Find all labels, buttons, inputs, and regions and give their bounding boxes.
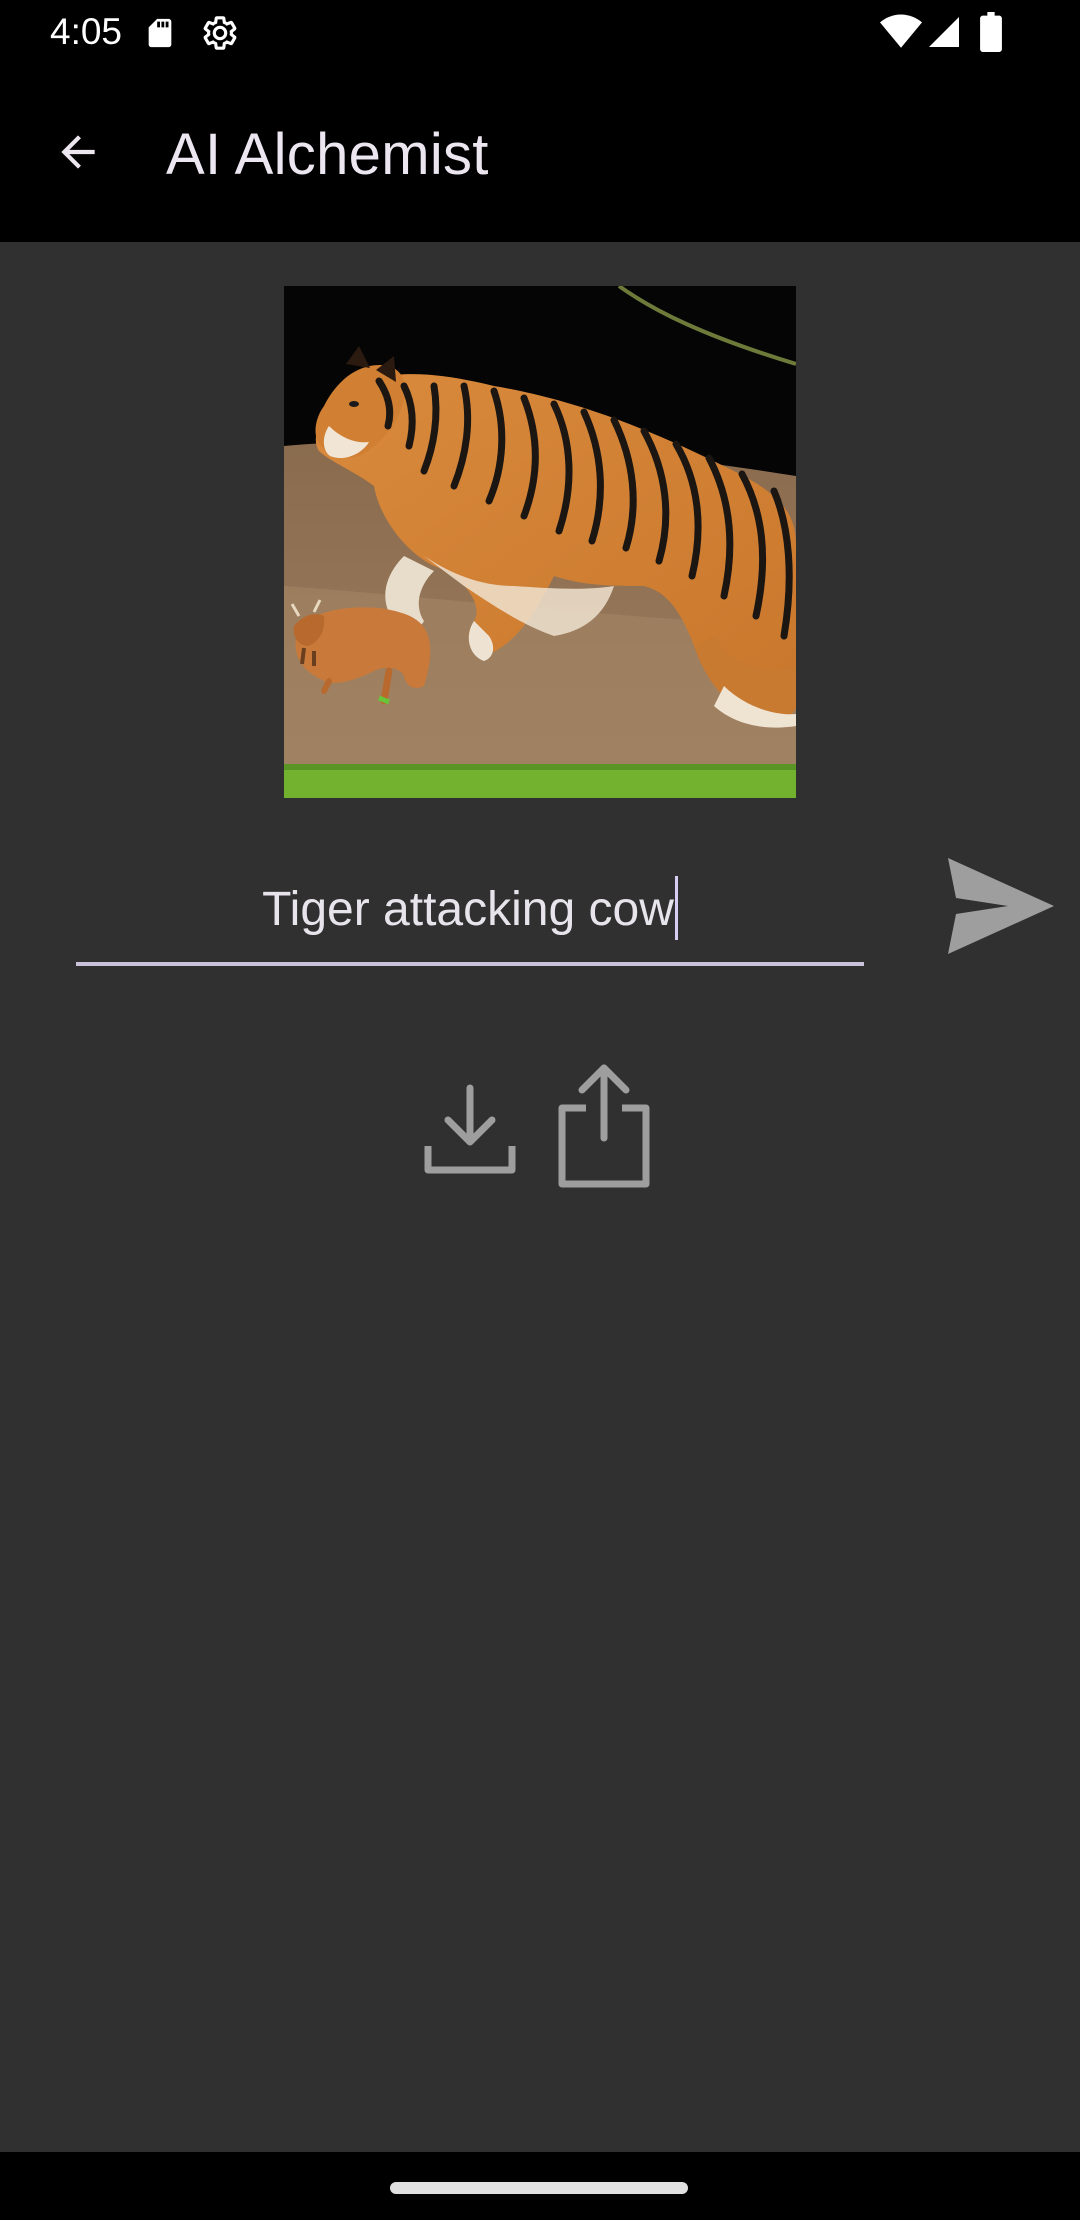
send-icon (942, 858, 1058, 962)
app-bar: AI Alchemist (0, 66, 1080, 242)
share-icon (556, 1064, 652, 1194)
send-button[interactable] (942, 854, 1062, 964)
wifi-icon (880, 14, 922, 55)
text-cursor (674, 876, 678, 941)
cellular-signal-icon (926, 14, 962, 55)
prompt-input[interactable]: Tiger attacking cow (76, 862, 864, 958)
share-button[interactable] (556, 1062, 656, 1192)
download-button[interactable] (422, 1082, 522, 1192)
main-content: Tiger attacking cow (0, 242, 1080, 2152)
prompt-underline (76, 962, 864, 966)
app-title: AI Alchemist (166, 122, 489, 187)
settings-gear-icon (201, 14, 239, 57)
home-gesture-handle[interactable] (390, 2182, 688, 2194)
navigation-bar (0, 2152, 1080, 2220)
app-screen: 4:05 AI Alchemist Tiger attacking cow (0, 0, 1080, 2220)
sd-card-icon (143, 16, 177, 55)
generated-image (284, 286, 796, 798)
action-buttons (420, 1062, 660, 1202)
arrow-back-icon (53, 127, 103, 182)
prompt-text: Tiger attacking cow (262, 883, 674, 936)
battery-icon (980, 12, 1002, 57)
download-icon (422, 1084, 518, 1182)
back-button[interactable] (40, 116, 116, 192)
prompt-field[interactable]: Tiger attacking cow (76, 862, 864, 964)
status-time: 4:05 (50, 11, 123, 52)
status-bar: 4:05 (0, 0, 1080, 66)
